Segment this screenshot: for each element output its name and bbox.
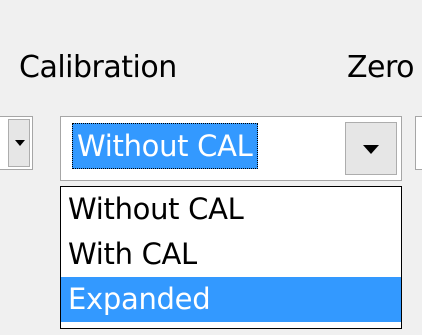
calibration-dropdown-button[interactable] [345,122,397,175]
previous-combobox-dropdown-button[interactable] [8,119,30,167]
chevron-down-icon [15,140,25,146]
option-expanded[interactable]: Expanded [61,277,401,322]
calibration-dropdown-list: Without CAL With CAL Expanded [60,186,402,329]
zero-label: Zero [347,50,415,85]
calibration-label: Calibration [19,50,177,85]
chevron-down-icon [363,145,379,154]
option-with-cal[interactable]: With CAL [61,232,401,277]
previous-combobox[interactable] [0,116,33,170]
calibration-combobox-value: Without CAL [72,123,258,169]
zero-combobox[interactable] [415,116,422,170]
calibration-combobox[interactable]: Without CAL [60,116,402,181]
option-without-cal[interactable]: Without CAL [61,187,401,232]
